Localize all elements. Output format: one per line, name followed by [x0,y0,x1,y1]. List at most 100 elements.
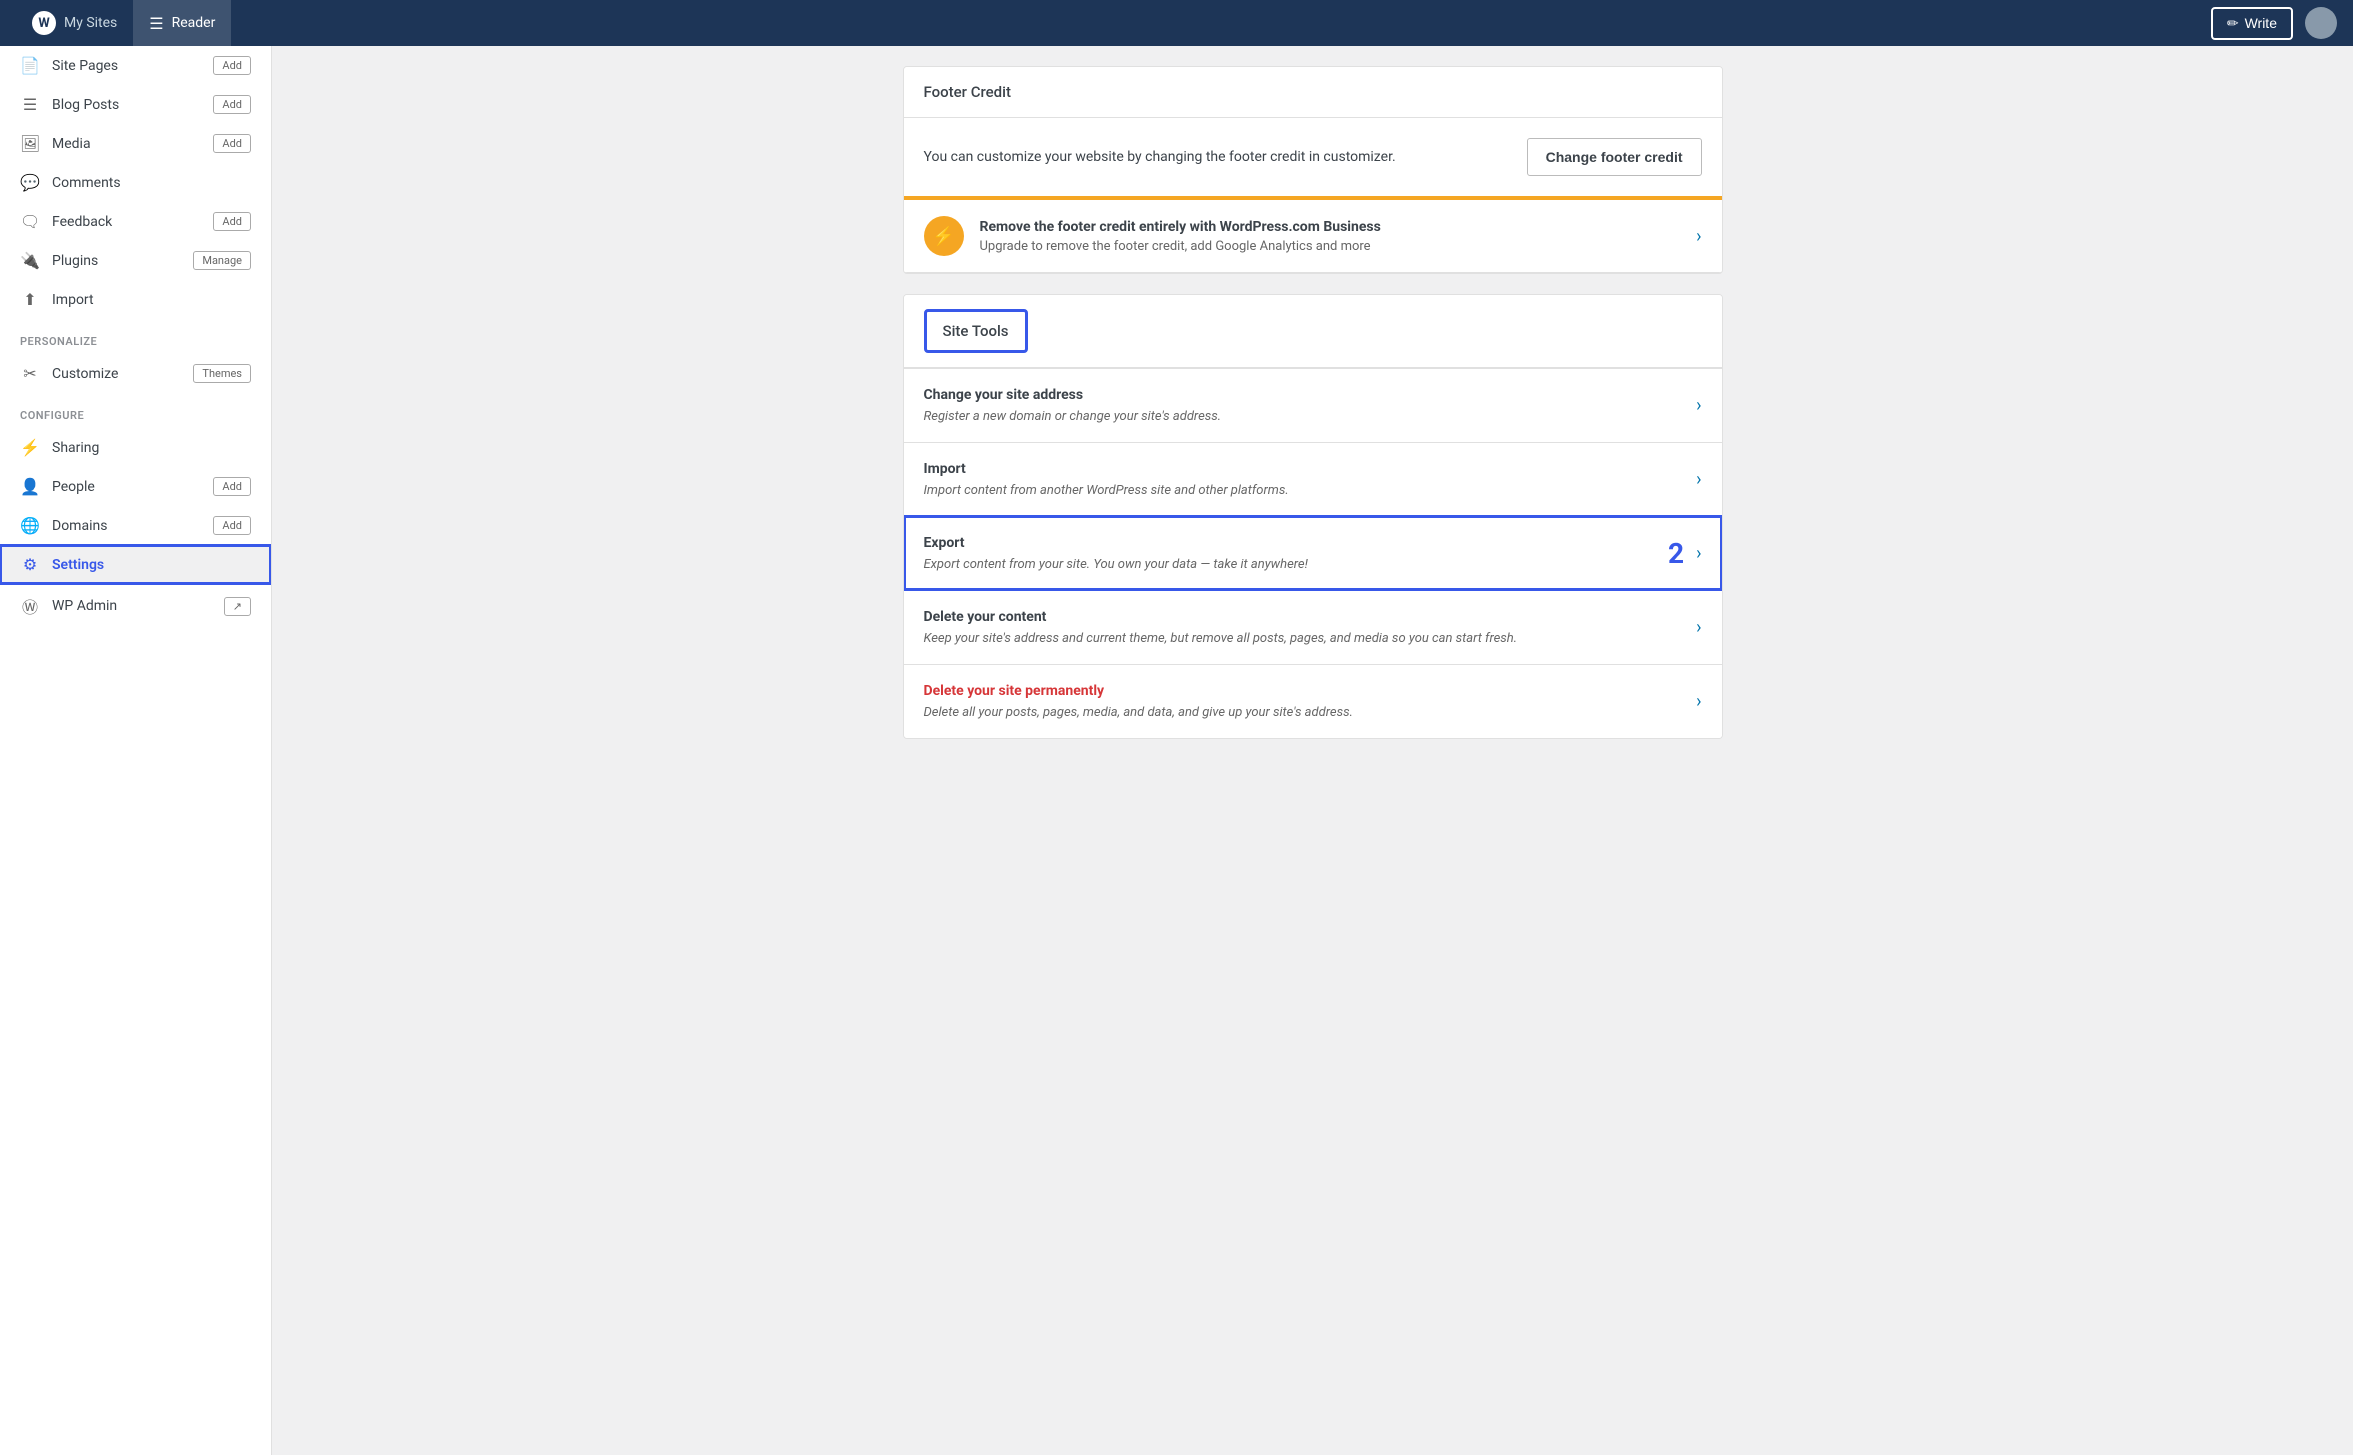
customize-label: Customize [52,366,118,382]
top-nav-right: ✏ Write [2211,7,2337,40]
wp-admin-external-icon[interactable]: ↗ [224,597,251,616]
people-icon: 👤 [20,477,40,496]
themes-button[interactable]: Themes [193,364,251,383]
main-content-wrapper: Footer Credit You can customize your web… [883,46,1743,779]
blog-posts-label: Blog Posts [52,97,119,113]
export-title: Export [924,535,1653,551]
wp-logo-text: W [38,16,49,31]
upgrade-title: Remove the footer credit entirely with W… [980,219,1681,235]
site-pages-icon: 📄 [20,56,40,75]
change-site-address-title: Change your site address [924,387,1222,403]
tool-item-change-site-address[interactable]: Change your site address Register a new … [904,368,1722,442]
footer-credit-header: Footer Credit [904,67,1722,118]
configure-section-title: Configure [0,393,271,428]
export-subtitle: Export content from your site. You own y… [924,557,1308,572]
wp-admin-label: WP Admin [52,598,117,614]
write-label: Write [2245,15,2277,31]
tool-item-delete-site[interactable]: Delete your site permanently Delete all … [904,664,1722,738]
change-footer-credit-button[interactable]: Change footer credit [1527,138,1702,176]
sidebar-item-feedback[interactable]: 🗨 Feedback Add [0,202,271,241]
sidebar-item-wp-admin[interactable]: Ⓦ WP Admin ↗ [0,584,271,628]
delete-content-chevron: › [1696,617,1701,638]
sidebar-item-customize[interactable]: ✂ Customize Themes [0,354,271,393]
footer-credit-body: You can customize your website by changi… [904,118,1722,196]
sidebar-item-plugins[interactable]: 🔌 Plugins Manage [0,241,271,280]
sidebar-item-import[interactable]: ⬆ Import [0,280,271,319]
page-layout: 📄 Site Pages Add ☰ Blog Posts Add 🖼 Medi… [0,46,2353,1455]
export-step-label: 2 [1668,537,1684,570]
export-chevron: › [1696,543,1701,564]
import-title: Import [924,461,1289,477]
tool-item-delete-content[interactable]: Delete your content Keep your site's add… [904,590,1722,664]
delete-content-subtitle: Keep your site's address and current the… [924,631,1518,646]
site-tools-section: Site Tools Change your site address Regi… [903,294,1723,739]
domains-label: Domains [52,518,107,534]
delete-site-title: Delete your site permanently [924,683,1353,699]
sidebar-item-sharing[interactable]: ⚡ Sharing [0,428,271,467]
top-nav-left: W My Sites ☰ Reader [16,0,231,46]
import-icon: ⬆ [20,290,40,309]
comments-label: Comments [52,175,121,191]
top-navigation: W My Sites ☰ Reader ✏ Write [0,0,2353,46]
plugins-icon: 🔌 [20,251,40,270]
upgrade-text: Remove the footer credit entirely with W… [980,219,1681,254]
sidebar-item-comments[interactable]: 💬 Comments [0,163,271,202]
my-sites-nav-item[interactable]: W My Sites [16,0,133,46]
tool-item-import[interactable]: Import Import content from another WordP… [904,442,1722,516]
write-icon: ✏ [2227,15,2239,32]
upgrade-chevron-icon: › [1696,226,1701,247]
plugins-manage-button[interactable]: Manage [193,251,251,270]
upgrade-subtitle: Upgrade to remove the footer credit, add… [980,239,1371,254]
sidebar-item-media[interactable]: 🖼 Media Add [0,124,271,163]
reader-nav-item[interactable]: ☰ Reader [133,0,231,46]
sharing-label: Sharing [52,440,99,456]
upgrade-banner[interactable]: ⚡ Remove the footer credit entirely with… [904,196,1722,273]
feedback-add-button[interactable]: Add [213,212,251,231]
media-icon: 🖼 [20,134,40,153]
people-label: People [52,479,95,495]
feedback-label: Feedback [52,214,112,230]
import-chevron: › [1696,469,1701,490]
site-pages-add-button[interactable]: Add [213,56,251,75]
sidebar-item-site-pages[interactable]: 📄 Site Pages Add [0,46,271,85]
change-site-address-subtitle: Register a new domain or change your sit… [924,409,1222,424]
delete-site-subtitle: Delete all your posts, pages, media, and… [924,705,1353,720]
site-tools-header: Site Tools [924,309,1028,353]
domains-icon: 🌐 [20,516,40,535]
sidebar-item-people[interactable]: 👤 People Add [0,467,271,506]
settings-icon: ⚙ [20,555,40,574]
media-label: Media [52,136,91,152]
delete-site-chevron: › [1696,691,1701,712]
footer-credit-text: You can customize your website by changi… [924,149,1507,165]
my-sites-label: My Sites [64,15,117,31]
personalize-section-title: Personalize [0,319,271,354]
import-subtitle: Import content from another WordPress si… [924,483,1289,498]
sidebar-item-blog-posts[interactable]: ☰ Blog Posts Add [0,85,271,124]
import-label: Import [52,292,94,308]
blog-posts-icon: ☰ [20,95,40,114]
write-button[interactable]: ✏ Write [2211,7,2293,40]
feedback-icon: 🗨 [20,212,40,231]
sidebar: 📄 Site Pages Add ☰ Blog Posts Add 🖼 Medi… [0,46,272,1455]
user-avatar[interactable] [2305,7,2337,39]
comments-icon: 💬 [20,173,40,192]
delete-content-title: Delete your content [924,609,1518,625]
wordpress-logo: W [32,11,56,35]
people-add-button[interactable]: Add [213,477,251,496]
blog-posts-add-button[interactable]: Add [213,95,251,114]
sharing-icon: ⚡ [20,438,40,457]
media-add-button[interactable]: Add [213,134,251,153]
reader-label: Reader [172,15,216,31]
change-site-address-chevron: › [1696,395,1701,416]
main-content-area: Footer Credit You can customize your web… [272,46,2353,1455]
footer-credit-section: Footer Credit You can customize your web… [903,66,1723,274]
site-pages-label: Site Pages [52,58,118,74]
reader-icon: ☰ [149,14,163,33]
wp-admin-icon: Ⓦ [20,594,40,618]
footer-credit-title: Footer Credit [924,83,1702,101]
domains-add-button[interactable]: Add [213,516,251,535]
tool-item-export[interactable]: Export Export content from your site. Yo… [904,516,1722,590]
sidebar-item-settings[interactable]: ⚙ Settings 1 [0,545,271,584]
sidebar-item-domains[interactable]: 🌐 Domains Add [0,506,271,545]
settings-step-label: 1 [0,554,2,576]
